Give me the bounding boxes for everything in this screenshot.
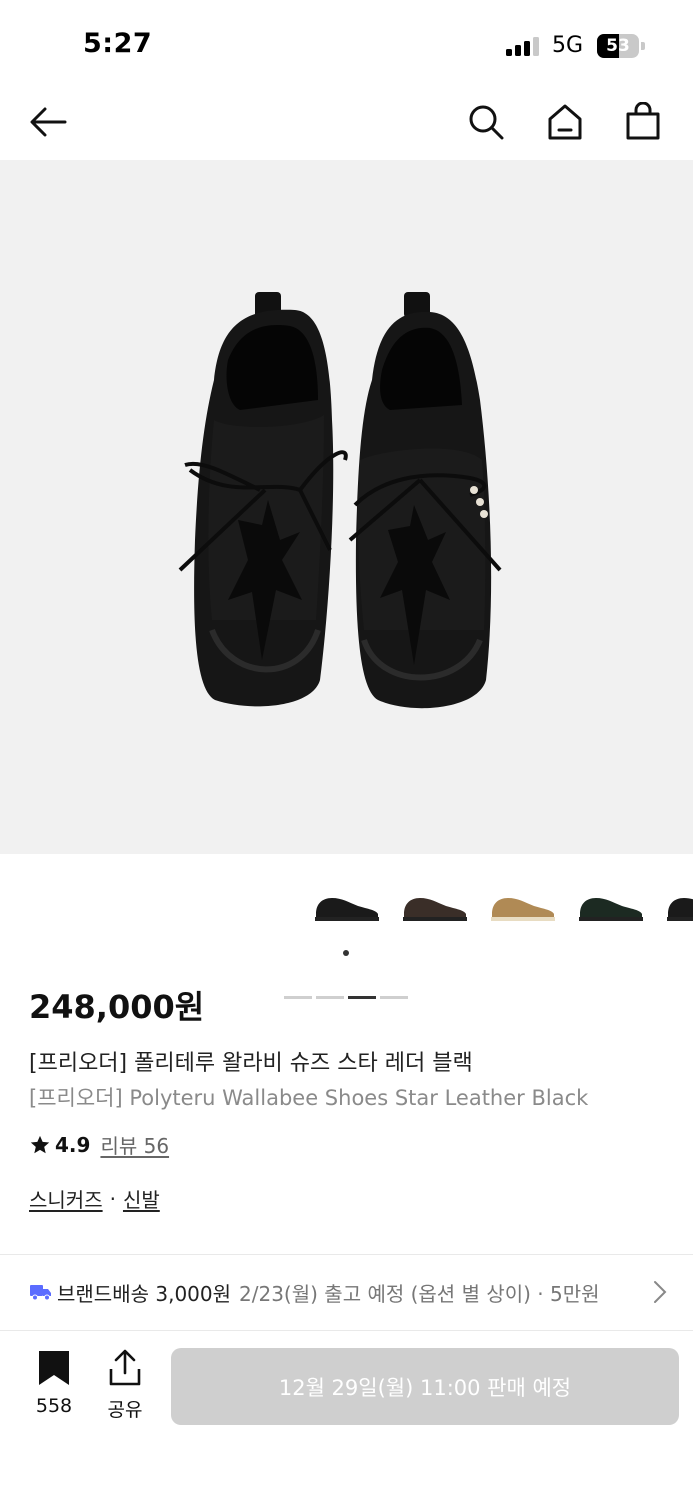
status-bar: 5:27 5G 53 [0, 0, 693, 88]
color-variant-thumbnails [308, 878, 693, 934]
shipping-info-row[interactable]: 브랜드배송 3,000원 2/23(월) 출고 예정 (옵션 별 상이) · 5… [0, 1256, 693, 1328]
shipping-fade [633, 1256, 653, 1328]
product-price: 248,000원 [29, 988, 205, 1026]
chevron-right-icon [653, 1280, 667, 1304]
bookmark-count: 558 [35, 1395, 73, 1417]
share-button[interactable]: 공유 [100, 1349, 150, 1421]
category-breadcrumb: 스니커즈 · 신발 [29, 1184, 160, 1213]
search-button[interactable] [464, 100, 508, 144]
shopping-bag-icon [626, 102, 660, 140]
product-rating: 4.9 리뷰 56 [29, 1130, 169, 1159]
pager-dot [316, 996, 344, 999]
category-separator: · [109, 1186, 116, 1211]
signal-icon [506, 37, 539, 56]
search-icon [469, 105, 504, 140]
network-type: 5G [552, 33, 584, 58]
pager-dot [284, 996, 312, 999]
variant-thumbnail[interactable] [660, 878, 693, 934]
top-nav [0, 88, 693, 160]
home-button[interactable] [543, 100, 587, 144]
gallery-pager [284, 996, 408, 999]
purchase-button-disabled[interactable]: 12월 29일(월) 11:00 판매 예정 [171, 1348, 679, 1425]
battery-cap [641, 42, 645, 50]
product-title-english: [프리오더] Polyteru Wallabee Shoes Star Leat… [29, 1086, 589, 1110]
truck-icon [30, 1285, 51, 1301]
bookmark-icon [39, 1351, 69, 1385]
pager-dot [380, 996, 408, 999]
star-icon [30, 1135, 50, 1153]
cart-button[interactable] [621, 100, 665, 144]
battery-icon: 53 [597, 34, 639, 58]
variant-thumbnail[interactable] [308, 878, 386, 934]
share-label: 공유 [107, 1399, 143, 1421]
left-shoe-image [178, 292, 348, 707]
battery-percent: 53 [606, 36, 630, 56]
bottom-action-bar: 558 공유 12월 29일(월) 11:00 판매 예정 [0, 1331, 693, 1500]
status-time: 5:27 [83, 28, 153, 59]
back-button[interactable] [26, 100, 70, 144]
shipping-fee-label: 브랜드배송 3,000원 [57, 1281, 232, 1306]
product-photo [178, 292, 502, 709]
right-shoe-image [348, 292, 502, 709]
product-title-korean: [프리오더] 폴리테루 왈라비 슈즈 스타 레더 블랙 [29, 1051, 473, 1076]
back-arrow-icon [30, 107, 67, 137]
variant-thumbnail[interactable] [484, 878, 562, 934]
variant-thumbnail[interactable] [572, 878, 650, 934]
rating-value: 4.9 [55, 1132, 91, 1157]
share-icon [109, 1349, 141, 1386]
pager-dot [348, 996, 376, 999]
home-icon [548, 104, 582, 140]
category-link-shoes[interactable]: 신발 [123, 1184, 160, 1213]
bookmark-button[interactable]: 558 [26, 1349, 82, 1421]
thumbnail-indicator-dot [343, 950, 349, 956]
shipping-detail: 2/23(월) 출고 예정 (옵션 별 상이) · 5만원 [239, 1281, 600, 1306]
section-divider [0, 1254, 693, 1255]
variant-thumbnail[interactable] [396, 878, 474, 934]
review-link[interactable]: 리뷰 56 [100, 1130, 169, 1159]
product-image-gallery[interactable] [0, 160, 693, 999]
category-link-sneakers[interactable]: 스니커즈 [29, 1184, 103, 1213]
